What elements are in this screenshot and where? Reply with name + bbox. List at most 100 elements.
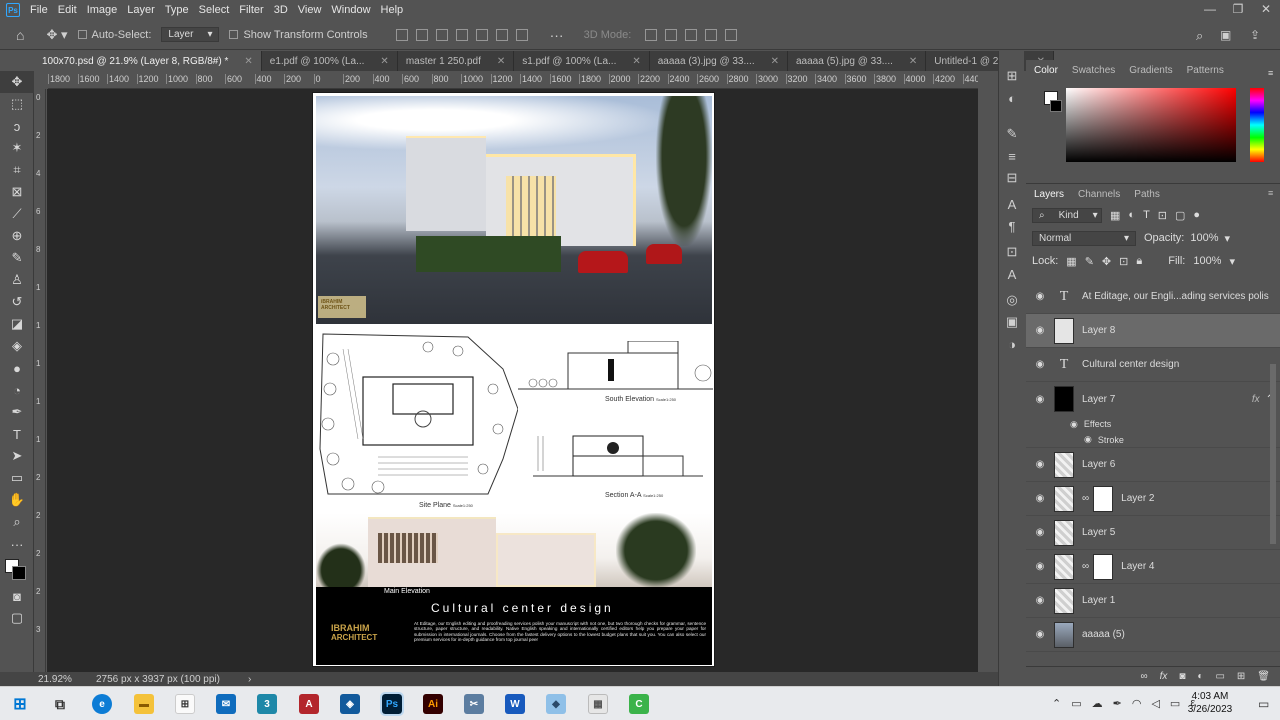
filter-kind-dropdown[interactable]: ⌕ Kind ▾ — [1032, 207, 1102, 223]
edge-icon[interactable]: e — [92, 694, 112, 714]
eye-icon[interactable]: ◉ — [1026, 459, 1054, 470]
layer-mask-thumbnail[interactable] — [1093, 485, 1114, 512]
hand-tool-icon[interactable]: ✋ — [0, 489, 34, 511]
layer-row[interactable]: ◉ Layer 5 — [1026, 516, 1280, 550]
screen-mode-icon[interactable]: ▢ — [0, 607, 34, 629]
new-layer-icon[interactable]: ⊞ — [1237, 671, 1245, 682]
new-group-icon[interactable]: ▭ — [1215, 671, 1224, 682]
type-tool-icon[interactable]: T — [0, 423, 34, 445]
minimize-icon[interactable]: — — [1196, 0, 1224, 20]
tab-channels[interactable]: Channels — [1078, 189, 1120, 200]
eyedropper-icon[interactable]: ⟋ — [0, 203, 34, 225]
clone-source-icon[interactable]: ⊟ — [999, 167, 1025, 189]
menu-layer[interactable]: Layer — [127, 4, 163, 16]
menu-image[interactable]: Image — [87, 4, 126, 16]
clock[interactable]: 4:03 AM 3/26/2023 — [1180, 690, 1240, 716]
pan-icon[interactable] — [685, 28, 698, 41]
eye-icon[interactable]: ◉ — [1026, 325, 1054, 336]
tab-paths[interactable]: Paths — [1134, 189, 1160, 200]
clone-stamp-icon[interactable]: ♙ — [0, 269, 34, 291]
properties-icon[interactable]: ◑ — [999, 333, 1025, 355]
filter-type-icon[interactable]: T — [1143, 209, 1150, 221]
color-picker-field[interactable] — [1066, 88, 1236, 162]
tab-color[interactable]: Color — [1034, 65, 1058, 76]
eye-icon[interactable]: ◉ — [1026, 493, 1054, 504]
search-icon[interactable]: ⌕ — [1196, 28, 1203, 44]
paragraph-icon[interactable]: ¶ — [999, 215, 1025, 237]
share-icon[interactable]: ⇪ — [1250, 28, 1260, 42]
orbit-icon[interactable] — [645, 28, 658, 41]
layer-row[interactable]: ◉ ∞ Layer 2 — [1026, 482, 1280, 516]
scale-icon[interactable] — [725, 28, 738, 41]
menu-file[interactable]: File — [30, 4, 56, 16]
filter-toggle-icon[interactable]: ● — [1193, 209, 1200, 221]
camtasia-icon[interactable]: C — [629, 694, 649, 714]
chevron-up-icon[interactable]: ⌃ — [1052, 697, 1061, 710]
add-style-icon[interactable]: fx — [1160, 671, 1168, 682]
layers-scrollbar[interactable] — [1270, 364, 1276, 544]
snipping-tool-icon[interactable]: ✂ — [464, 694, 484, 714]
zoom-level[interactable]: 21.92% — [38, 674, 96, 685]
maximize-icon[interactable]: ❐ — [1224, 0, 1252, 20]
layer-row[interactable]: ◉ ∞ Layer 4 — [1026, 550, 1280, 584]
fx-badge[interactable]: fx — [1252, 394, 1260, 405]
history-icon[interactable]: ⊞ — [999, 65, 1025, 87]
autocad-icon[interactable]: A — [299, 694, 319, 714]
menu-help[interactable]: Help — [381, 4, 412, 16]
eye-icon[interactable]: ◉ — [1026, 291, 1054, 302]
lock-position-icon[interactable]: ✥ — [1102, 255, 1111, 268]
quick-mask-icon[interactable]: ◙ — [0, 585, 34, 607]
lock-image-icon[interactable]: ✎ — [1085, 255, 1094, 268]
tab-patterns[interactable]: Patterns — [1187, 65, 1224, 76]
lasso-tool-icon[interactable]: ↄ — [0, 115, 34, 137]
home-icon[interactable]: ⌂ — [16, 27, 24, 43]
filter-smart-icon[interactable]: ▢ — [1175, 209, 1185, 222]
eye-icon[interactable]: ◉ — [1026, 595, 1054, 606]
brush-settings-icon[interactable]: ≡ — [999, 145, 1025, 167]
eye-icon[interactable]: ◉ — [1026, 527, 1054, 538]
magic-wand-icon[interactable]: ✶ — [0, 137, 34, 159]
menu-window[interactable]: Window — [331, 4, 378, 16]
menu-select[interactable]: Select — [199, 4, 238, 16]
align-bottom-icon[interactable] — [495, 28, 508, 41]
frame-tool-icon[interactable]: ⊠ — [0, 181, 34, 203]
eraser-icon[interactable]: ◪ — [0, 313, 34, 335]
word-icon[interactable]: W — [505, 694, 525, 714]
lumion-icon[interactable]: ◆ — [546, 694, 566, 714]
path-select-icon[interactable]: ➤ — [0, 445, 34, 467]
workspace-icon[interactable]: ▣ — [1220, 28, 1231, 42]
store-icon[interactable]: ⊞ — [175, 694, 195, 714]
battery-icon[interactable]: ▭ — [1170, 697, 1180, 710]
eye-icon[interactable]: ◉ — [1026, 359, 1054, 370]
notifications-icon[interactable]: ▭ — [1258, 697, 1269, 711]
background-color-swatch[interactable] — [12, 566, 26, 580]
close-icon[interactable]: ✕ — [909, 56, 917, 67]
close-icon[interactable]: ✕ — [632, 56, 640, 67]
photoshop-taskbar-icon[interactable]: Ps — [380, 692, 404, 716]
character-icon[interactable]: A — [999, 193, 1025, 215]
adjustments-icon[interactable]: ◐ — [999, 87, 1025, 109]
blend-mode-dropdown[interactable]: Normal ▾ — [1032, 230, 1136, 246]
character-styles-icon[interactable]: A — [999, 263, 1025, 285]
align-center-icon[interactable] — [415, 28, 428, 41]
eye-icon[interactable]: ◉ — [1026, 561, 1054, 572]
tab-gradients[interactable]: Gradients — [1129, 65, 1172, 76]
close-icon[interactable]: ✕ — [1252, 0, 1280, 20]
tab-document-3[interactable]: master 1 250.pdf ✕ — [397, 51, 515, 71]
hue-slider[interactable] — [1250, 88, 1264, 162]
onedrive-icon[interactable]: ☁ — [1092, 697, 1103, 710]
roll-icon[interactable] — [665, 28, 678, 41]
sketchup-icon[interactable]: ◈ — [340, 694, 360, 714]
brushes-icon[interactable]: ✎ — [999, 123, 1025, 145]
menu-3d[interactable]: 3D — [274, 4, 296, 16]
pen-tool-icon[interactable]: ✒ — [0, 401, 34, 423]
lock-artboard-icon[interactable]: ⊡ — [1119, 255, 1128, 268]
color-swatches[interactable] — [0, 555, 34, 585]
windows-start-icon[interactable]: ⊞ — [10, 694, 30, 714]
healing-brush-icon[interactable]: ⊕ — [0, 225, 34, 247]
align-right-icon[interactable] — [435, 28, 448, 41]
link-layers-icon[interactable]: ∞ — [1140, 671, 1147, 682]
fill-value[interactable]: 100% — [1193, 255, 1221, 267]
paint-bucket-icon[interactable]: ◈ — [0, 335, 34, 357]
move-tool-icon[interactable]: ✥ — [0, 71, 34, 93]
